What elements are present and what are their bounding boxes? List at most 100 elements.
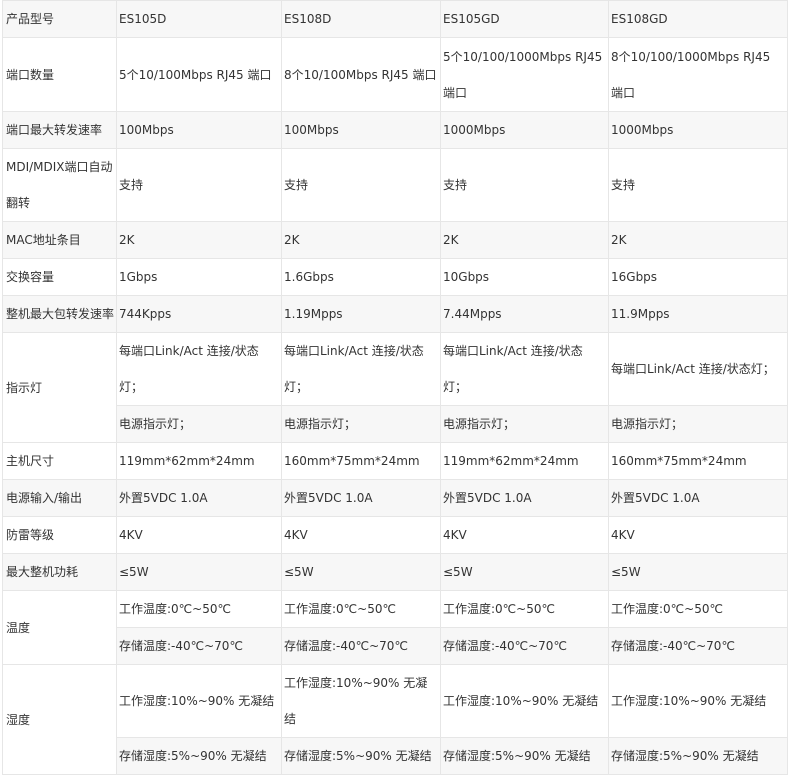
cell: 存储湿度:5%~90% 无凝结 [281, 737, 441, 775]
cell: 160mm*75mm*24mm [608, 442, 788, 480]
cell: 电源指示灯； [116, 405, 282, 443]
cell: 外置5VDC 1.0A [281, 479, 441, 517]
cell: 7.44Mpps [440, 295, 609, 333]
cell: 支持 [608, 148, 788, 222]
cell: 10Gbps [440, 258, 609, 296]
cell: 外置5VDC 1.0A [608, 479, 788, 517]
model-es105gd: ES105GD [440, 0, 609, 38]
cell: 100Mbps [116, 111, 282, 149]
cell: 2K [116, 221, 282, 259]
row-label: MDI/MDIX端口自动翻转 [2, 148, 117, 222]
model-es108d: ES108D [281, 0, 441, 38]
row-capacity: 交换容量 1Gbps 1.6Gbps 10Gbps 16Gbps [2, 258, 788, 296]
cell: 160mm*75mm*24mm [281, 442, 441, 480]
cell: 4KV [608, 516, 788, 554]
cell: 744Kpps [116, 295, 282, 333]
row-label: 湿度 [2, 664, 117, 775]
cell: 每端口Link/Act 连接/状态灯； [116, 332, 282, 406]
row-consumption: 最大整机功耗 ≤5W ≤5W ≤5W ≤5W [2, 553, 788, 591]
row-mac: MAC地址条目 2K 2K 2K 2K [2, 221, 788, 259]
row-label: 温度 [2, 590, 117, 665]
cell: 外置5VDC 1.0A [116, 479, 282, 517]
row-led: 指示灯 每端口Link/Act 连接/状态灯； 每端口Link/Act 连接/状… [2, 332, 788, 443]
row-led-power: 电源指示灯； 电源指示灯； 电源指示灯； 电源指示灯； [3, 405, 788, 443]
cell: 每端口Link/Act 连接/状态灯； [281, 332, 441, 406]
cell: 1Gbps [116, 258, 282, 296]
cell: 11.9Mpps [608, 295, 788, 333]
cell: 存储温度:-40℃~70℃ [281, 627, 441, 665]
cell: 119mm*62mm*24mm [116, 442, 282, 480]
row-pps: 整机最大包转发速率 744Kpps 1.19Mpps 7.44Mpps 11.9… [2, 295, 788, 333]
row-label: 最大整机功耗 [2, 553, 117, 591]
header-row: 产品型号 ES105D ES108D ES105GD ES108GD [2, 0, 788, 38]
row-label: 交换容量 [2, 258, 117, 296]
row-mdix: MDI/MDIX端口自动翻转 支持 支持 支持 支持 [2, 148, 788, 222]
row-label: 指示灯 [2, 332, 117, 443]
cell: 5个10/100/1000Mbps RJ45 端口 [440, 37, 609, 112]
row-label: 防雷等级 [2, 516, 117, 554]
row-label: 端口最大转发速率 [2, 111, 117, 149]
cell: 2K [608, 221, 788, 259]
cell: 电源指示灯； [440, 405, 609, 443]
cell: 每端口Link/Act 连接/状态灯； [440, 332, 609, 406]
cell: 存储温度:-40℃~70℃ [440, 627, 609, 665]
cell: 存储湿度:5%~90% 无凝结 [440, 737, 609, 775]
row-humidity-storage: 存储湿度:5%~90% 无凝结 存储湿度:5%~90% 无凝结 存储湿度:5%~… [3, 737, 788, 775]
cell: 存储温度:-40℃~70℃ [116, 627, 282, 665]
model-es108gd: ES108GD [608, 0, 788, 38]
row-power: 电源输入/输出 外置5VDC 1.0A 外置5VDC 1.0A 外置5VDC 1… [2, 479, 788, 517]
cell: 4KV [116, 516, 282, 554]
cell: ≤5W [440, 553, 609, 591]
header-label: 产品型号 [2, 0, 117, 38]
cell: 每端口Link/Act 连接/状态灯； [608, 332, 788, 406]
cell: 工作湿度:10%~90% 无凝结 [281, 664, 441, 738]
cell: 支持 [116, 148, 282, 222]
cell: 4KV [440, 516, 609, 554]
row-label: MAC地址条目 [2, 221, 117, 259]
row-humidity: 湿度 工作湿度:10%~90% 无凝结 工作湿度:10%~90% 无凝结 工作湿… [2, 664, 788, 775]
cell: 电源指示灯； [281, 405, 441, 443]
cell: 1.6Gbps [281, 258, 441, 296]
cell: ≤5W [608, 553, 788, 591]
cell: 工作温度:0℃~50℃ [440, 590, 609, 628]
spec-table: 产品型号 ES105D ES108D ES105GD ES108GD 端口数量 … [2, 0, 788, 775]
cell: 1.19Mpps [281, 295, 441, 333]
model-es105d: ES105D [116, 0, 282, 38]
cell: 工作温度:0℃~50℃ [281, 590, 441, 628]
cell: 外置5VDC 1.0A [440, 479, 609, 517]
cell: 支持 [281, 148, 441, 222]
cell: 100Mbps [281, 111, 441, 149]
cell: 16Gbps [608, 258, 788, 296]
cell: 存储温度:-40℃~70℃ [608, 627, 788, 665]
cell: ≤5W [281, 553, 441, 591]
cell: 1000Mbps [440, 111, 609, 149]
cell: 2K [281, 221, 441, 259]
row-temp: 温度 工作温度:0℃~50℃ 工作温度:0℃~50℃ 工作温度:0℃~50℃ 工… [2, 590, 788, 665]
cell: 8个10/100/1000Mbps RJ45 端口 [608, 37, 788, 112]
row-temp-storage: 存储温度:-40℃~70℃ 存储温度:-40℃~70℃ 存储温度:-40℃~70… [3, 627, 788, 665]
row-size: 主机尺寸 119mm*62mm*24mm 160mm*75mm*24mm 119… [2, 442, 788, 480]
cell: 支持 [440, 148, 609, 222]
cell: 工作温度:0℃~50℃ [608, 590, 788, 628]
cell: 5个10/100Mbps RJ45 端口 [116, 37, 282, 112]
cell: ≤5W [116, 553, 282, 591]
row-label: 端口数量 [2, 37, 117, 112]
row-surge: 防雷等级 4KV 4KV 4KV 4KV [2, 516, 788, 554]
cell: 存储湿度:5%~90% 无凝结 [116, 737, 282, 775]
cell: 存储湿度:5%~90% 无凝结 [608, 737, 788, 775]
row-label: 主机尺寸 [2, 442, 117, 480]
cell: 4KV [281, 516, 441, 554]
cell: 2K [440, 221, 609, 259]
cell: 工作温度:0℃~50℃ [116, 590, 282, 628]
cell: 工作湿度:10%~90% 无凝结 [608, 664, 788, 738]
row-rate: 端口最大转发速率 100Mbps 100Mbps 1000Mbps 1000Mb… [2, 111, 788, 149]
cell: 电源指示灯； [608, 405, 788, 443]
row-label: 电源输入/输出 [2, 479, 117, 517]
cell: 工作湿度:10%~90% 无凝结 [116, 664, 282, 738]
cell: 8个10/100Mbps RJ45 端口 [281, 37, 441, 112]
row-label: 整机最大包转发速率 [2, 295, 117, 333]
cell: 119mm*62mm*24mm [440, 442, 609, 480]
cell: 1000Mbps [608, 111, 788, 149]
cell: 工作湿度:10%~90% 无凝结 [440, 664, 609, 738]
row-ports: 端口数量 5个10/100Mbps RJ45 端口 8个10/100Mbps R… [2, 37, 788, 112]
